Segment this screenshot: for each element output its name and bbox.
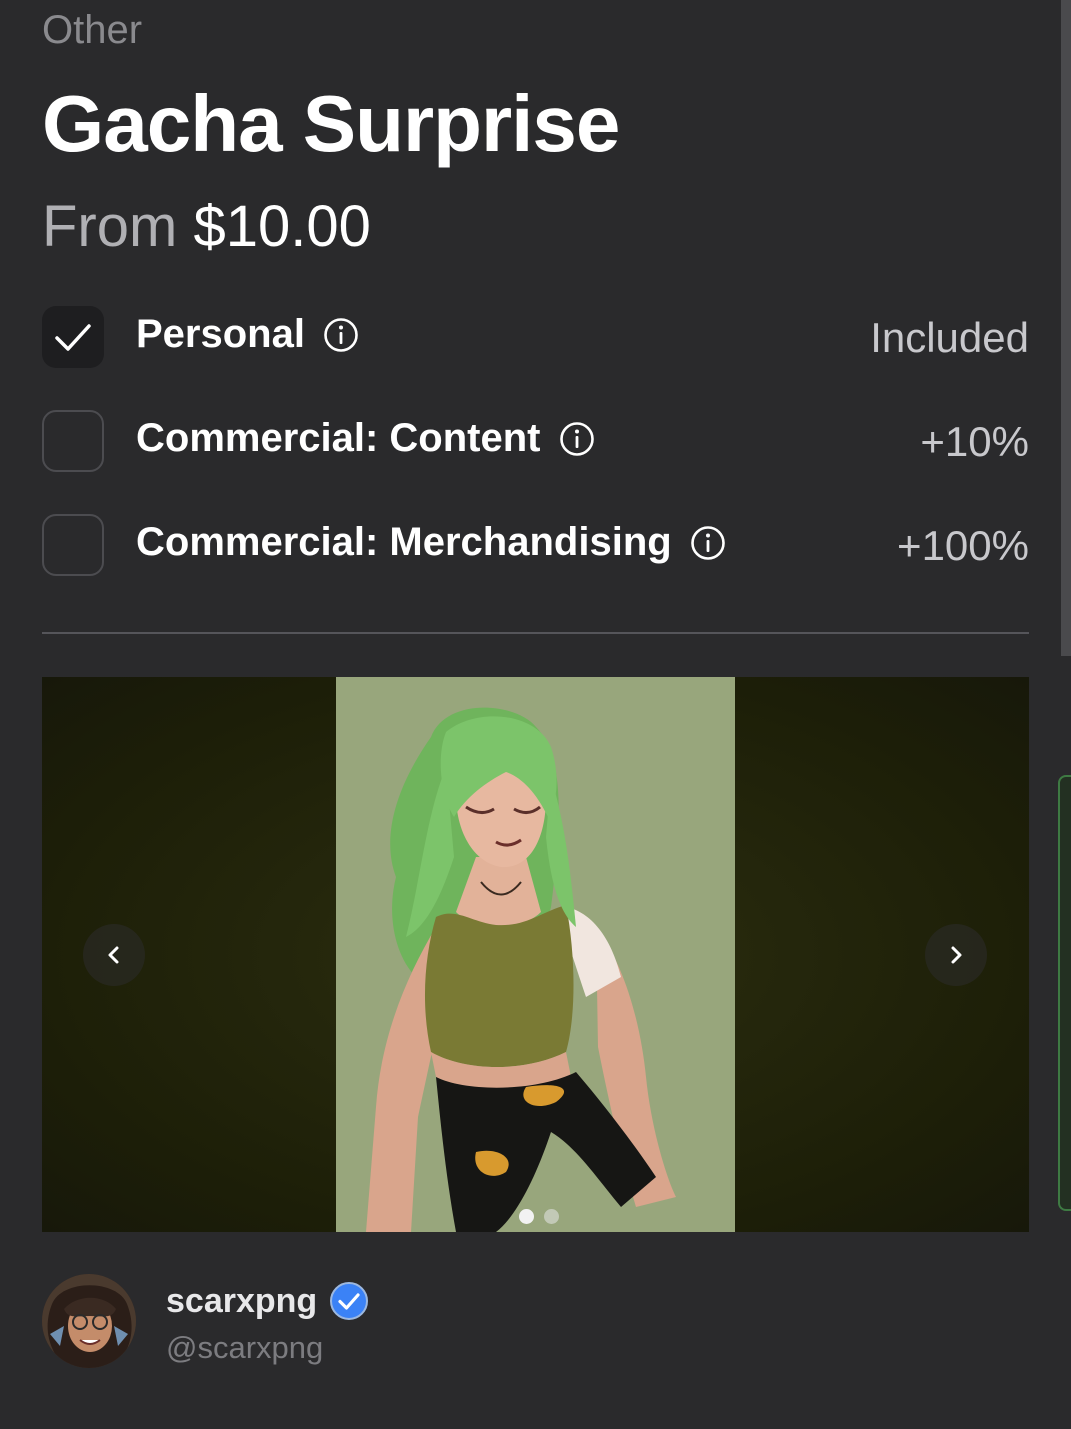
license-name: Personal <box>136 312 305 356</box>
character-illustration <box>336 677 735 1232</box>
carousel-prev-button[interactable] <box>83 924 145 986</box>
artist-name[interactable]: scarxpng <box>166 1281 369 1321</box>
pagination-dot[interactable] <box>544 1209 559 1224</box>
listing-category: Other <box>42 8 143 52</box>
carousel-image[interactable] <box>336 677 735 1232</box>
carousel-next-button[interactable] <box>925 924 987 986</box>
section-divider <box>42 632 1029 634</box>
side-panel-tab[interactable] <box>1058 775 1071 1211</box>
carousel-pagination <box>519 1209 559 1225</box>
artist-name-text: scarxpng <box>166 1281 318 1320</box>
license-checkbox-commercial-merchandising[interactable] <box>42 514 104 576</box>
license-label-commercial-merchandising: Commercial: Merchandising <box>136 520 726 565</box>
license-label-personal: Personal <box>136 312 359 357</box>
pagination-dot-active[interactable] <box>519 1209 534 1224</box>
checkmark-icon <box>55 324 91 351</box>
listing-price: From $10.00 <box>42 193 371 260</box>
price-amount: $10.00 <box>193 194 371 259</box>
verified-badge-icon <box>330 1282 369 1320</box>
image-carousel[interactable] <box>42 677 1029 1232</box>
license-value-commercial-content: +10% <box>920 418 1029 465</box>
info-icon[interactable] <box>559 421 595 457</box>
avatar-image <box>42 1274 136 1368</box>
page-scrollbar[interactable] <box>1061 0 1071 656</box>
license-name: Commercial: Content <box>136 416 541 460</box>
listing-title: Gacha Surprise <box>42 79 620 168</box>
license-option-commercial-merchandising[interactable]: Commercial: Merchandising +100% <box>42 514 1029 576</box>
license-option-personal[interactable]: Personal Included <box>42 306 1029 368</box>
license-checkbox-personal[interactable] <box>42 306 104 368</box>
info-icon[interactable] <box>690 525 726 561</box>
chevron-left-icon <box>108 946 119 964</box>
artist-avatar[interactable] <box>42 1274 136 1368</box>
license-checkbox-commercial-content[interactable] <box>42 410 104 472</box>
license-name: Commercial: Merchandising <box>136 520 672 564</box>
price-prefix: From <box>42 194 178 259</box>
artist-handle[interactable]: @scarxpng <box>166 1330 323 1366</box>
license-label-commercial-content: Commercial: Content <box>136 416 595 461</box>
license-option-commercial-content[interactable]: Commercial: Content +10% <box>42 410 1029 472</box>
chevron-right-icon <box>951 946 962 964</box>
license-value-personal: Included <box>870 314 1029 361</box>
license-value-commercial-merchandising: +100% <box>897 522 1029 569</box>
info-icon[interactable] <box>323 317 359 353</box>
